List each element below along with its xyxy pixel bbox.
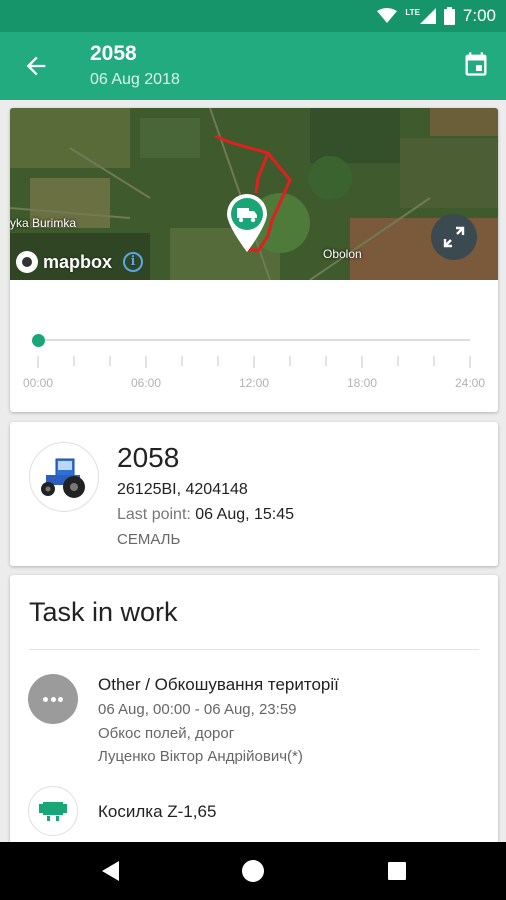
timeline-tick [289, 356, 291, 366]
timeline-tick [73, 356, 75, 366]
expand-icon [443, 226, 465, 248]
task-name[interactable]: Other / Обкошування території [98, 675, 339, 695]
info-icon[interactable]: i [123, 252, 144, 272]
page-title: 2058 [90, 42, 137, 65]
task-time: 06 Aug, 00:00 - 06 Aug, 23:59 [98, 701, 297, 718]
day-timeline[interactable]: 00:00 06:00 12:00 18:00 24:00 [10, 280, 498, 412]
timeline-tick [109, 356, 111, 366]
timeline-tick [37, 356, 39, 368]
task-person: Луценко Віктор Андрійович(*) [98, 748, 303, 765]
divider [29, 649, 479, 650]
timeline-tick [217, 356, 219, 366]
last-point-value: 06 Aug, 15:45 [195, 506, 295, 523]
calendar-icon[interactable] [462, 50, 490, 78]
tractor-icon [41, 458, 85, 498]
clock: 7:00 [462, 6, 496, 25]
timeline-label: 12:00 [238, 376, 270, 390]
back-nav-icon[interactable] [99, 859, 123, 883]
task-description: Обкос полей, дорог [98, 725, 235, 742]
implement-icon [28, 786, 78, 836]
timeline-label: 24:00 [454, 376, 486, 390]
vehicle-avatar [29, 442, 99, 512]
battery-icon [443, 7, 455, 25]
timeline-tick [361, 356, 363, 368]
task-card: Task in work Other / Обкошування територ… [10, 575, 498, 855]
mapbox-label: mapbox [43, 251, 113, 272]
vehicle-company: СЕМАЛЬ [117, 531, 181, 548]
last-point-label: Last point: [117, 506, 191, 523]
task-heading: Task in work [29, 597, 178, 627]
navigation-bar [0, 842, 506, 900]
timeline-tick [433, 356, 435, 366]
arrow-back-icon[interactable] [22, 52, 50, 80]
timeline-tick [253, 356, 255, 368]
map-card: yka Burimka Obolon mapbox i 00:00 06:00 12… [10, 108, 498, 412]
timeline-handle[interactable] [31, 334, 45, 347]
vehicle-name: 2058 [117, 442, 180, 473]
timeline-track [38, 339, 470, 341]
vehicle-card[interactable]: 2058 26125BI, 4204148 Last point: 06 Aug… [10, 422, 498, 566]
map-view[interactable]: yka Burimka Obolon mapbox i [10, 108, 498, 280]
page-subtitle: 06 Aug 2018 [90, 71, 180, 88]
timeline-label: 00:00 [22, 376, 54, 390]
recents-nav-icon[interactable] [385, 859, 409, 883]
app-bar: 2058 06 Aug 2018 [0, 32, 506, 100]
mapbox-logo-icon [16, 251, 38, 273]
last-point: Last point: 06 Aug, 15:45 [117, 506, 294, 524]
truck-marker-icon[interactable] [226, 193, 268, 253]
timeline-tick [325, 356, 327, 366]
signal-icon: LTE [405, 8, 436, 24]
timeline-label: 18:00 [346, 376, 378, 390]
implement-name[interactable]: Косилка Z-1,65 [98, 802, 216, 822]
timeline-tick [145, 356, 147, 368]
vehicle-ids: 26125BI, 4204148 [117, 481, 248, 498]
timeline-label: 06:00 [130, 376, 162, 390]
status-bar: LTE 7:00 [0, 0, 506, 32]
more-horiz-icon [28, 674, 78, 724]
timeline-tick [397, 356, 399, 366]
place-label: yka Burimka [10, 216, 77, 230]
home-nav-icon[interactable] [241, 859, 265, 883]
wifi-icon [377, 8, 398, 23]
timeline-tick [469, 356, 471, 368]
network-type: LTE [405, 8, 420, 17]
place-label: Obolon [323, 247, 362, 261]
expand-map-button[interactable] [431, 214, 477, 260]
mapbox-attribution[interactable]: mapbox i [16, 251, 144, 273]
timeline-tick [181, 356, 183, 366]
